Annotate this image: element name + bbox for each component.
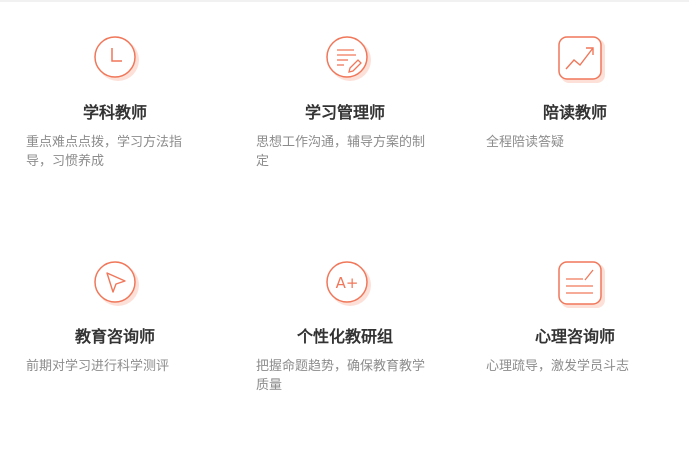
- trend-chart-icon: [558, 36, 608, 86]
- document-edit-icon: [326, 36, 376, 86]
- cursor-arrow-icon: [94, 261, 144, 311]
- card-description: 前期对学习进行科学测评: [26, 359, 170, 374]
- service-card-psychological-counselor[interactable]: 心理咨询师 心理疏导，激发学员斗志: [460, 225, 689, 450]
- service-card-education-consultant[interactable]: 教育咨询师 前期对学习进行科学测评: [0, 225, 230, 450]
- card-description: 把握命题趋势，确保教育教学质量: [256, 359, 426, 393]
- card-title: 学科教师: [82, 103, 147, 122]
- card-title: 教育咨询师: [74, 327, 155, 346]
- card-description: 思想工作沟通，辅导方案的制定: [256, 135, 426, 169]
- service-card-research-group[interactable]: A+ 个性化教研组 把握命题趋势，确保教育教学质量: [230, 225, 460, 450]
- card-description: 心理疏导，激发学员斗志: [486, 359, 630, 374]
- card-title: 个性化教研组: [296, 327, 393, 346]
- service-card-learning-manager[interactable]: 学习管理师 思想工作沟通，辅导方案的制定: [230, 0, 460, 225]
- notes-check-icon: [558, 261, 608, 311]
- grade-a-plus-icon: A+: [326, 261, 376, 311]
- grade-text: A+: [336, 274, 359, 292]
- service-card-study-companion[interactable]: 陪读教师 全程陪读答疑: [460, 0, 689, 225]
- clock-icon: [94, 36, 144, 86]
- card-description: 重点难点点拨，学习方法指导，习惯养成: [26, 135, 183, 169]
- card-title: 心理咨询师: [534, 327, 615, 346]
- card-title: 陪读教师: [542, 103, 607, 122]
- service-card-subject-teacher[interactable]: 学科教师 重点难点点拨，学习方法指导，习惯养成: [0, 0, 230, 225]
- card-description: 全程陪读答疑: [486, 135, 565, 150]
- service-grid: 学科教师 重点难点点拨，学习方法指导，习惯养成 学习管理师 思想工作沟通，辅导方…: [0, 0, 689, 450]
- card-title: 学习管理师: [304, 103, 385, 122]
